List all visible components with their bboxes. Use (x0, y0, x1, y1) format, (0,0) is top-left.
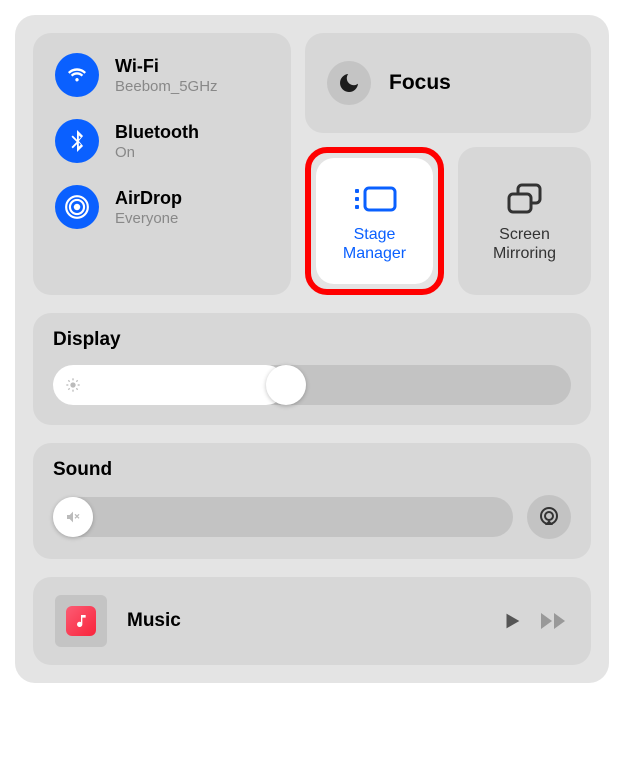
airplay-icon (537, 505, 561, 529)
airdrop-status: Everyone (115, 210, 182, 227)
airdrop-text: AirDrop Everyone (115, 188, 182, 227)
top-row: Wi-Fi Beebom_5GHz Bluetooth On AirDr (33, 33, 591, 295)
stage-manager-label: Stage Manager (343, 225, 406, 263)
display-panel: Display (33, 313, 591, 425)
airdrop-icon (55, 185, 99, 229)
bluetooth-toggle[interactable]: Bluetooth On (55, 119, 269, 163)
connectivity-panel: Wi-Fi Beebom_5GHz Bluetooth On AirDr (33, 33, 291, 295)
sound-row (53, 495, 571, 539)
stage-manager-button[interactable]: Stage Manager (316, 158, 433, 284)
music-panel[interactable]: Music (33, 577, 591, 665)
brightness-icon (65, 377, 81, 393)
stage-manager-highlight: Stage Manager (305, 147, 444, 295)
airplay-audio-button[interactable] (527, 495, 571, 539)
tiles-row: Stage Manager Screen Mirroring (305, 147, 591, 295)
wifi-toggle[interactable]: Wi-Fi Beebom_5GHz (55, 53, 269, 97)
display-slider-fill (53, 365, 286, 405)
bluetooth-status: On (115, 144, 199, 161)
bluetooth-icon (55, 119, 99, 163)
bluetooth-label: Bluetooth (115, 122, 199, 143)
volume-mute-icon (65, 509, 81, 525)
display-slider[interactable] (53, 365, 571, 405)
wifi-icon (55, 53, 99, 97)
screen-mirroring-label: Screen Mirroring (493, 225, 556, 263)
sound-panel: Sound (33, 443, 591, 559)
wifi-label: Wi-Fi (115, 56, 218, 77)
next-track-icon[interactable] (539, 610, 569, 632)
music-label: Music (127, 610, 481, 632)
focus-icon (327, 61, 371, 105)
focus-button[interactable]: Focus (305, 33, 591, 133)
screen-mirroring-icon (506, 181, 544, 217)
right-column: Focus Stage Manager (305, 33, 591, 295)
wifi-text: Wi-Fi Beebom_5GHz (115, 56, 218, 95)
control-center-panel: Wi-Fi Beebom_5GHz Bluetooth On AirDr (15, 15, 609, 683)
sound-slider-thumb[interactable] (53, 497, 93, 537)
focus-label: Focus (389, 71, 451, 95)
music-controls (501, 610, 569, 632)
music-artwork (55, 595, 107, 647)
sound-slider[interactable] (53, 497, 513, 537)
stage-manager-icon (353, 181, 397, 217)
screen-mirroring-button[interactable]: Screen Mirroring (458, 147, 591, 295)
display-slider-thumb[interactable] (266, 365, 306, 405)
bluetooth-text: Bluetooth On (115, 122, 199, 161)
music-app-icon (66, 606, 96, 636)
airdrop-label: AirDrop (115, 188, 182, 209)
airdrop-toggle[interactable]: AirDrop Everyone (55, 185, 269, 229)
play-icon[interactable] (501, 610, 523, 632)
display-title: Display (53, 329, 571, 351)
sound-title: Sound (53, 459, 571, 481)
wifi-status: Beebom_5GHz (115, 78, 218, 95)
